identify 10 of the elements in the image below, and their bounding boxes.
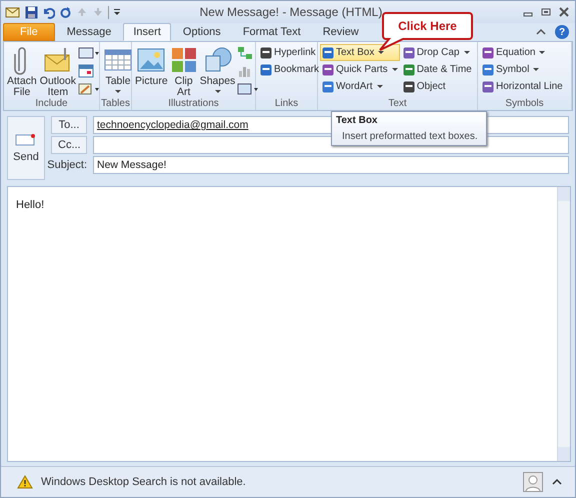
group-label: Include: [34, 98, 69, 110]
tooltip-title: Text Box: [336, 115, 378, 126]
status-text: Windows Desktop Search is not available.: [41, 476, 246, 488]
group-label: Links: [274, 98, 300, 110]
group-label: Symbols: [504, 98, 545, 110]
body-text: Hello!: [16, 199, 44, 211]
group-label: Text: [387, 98, 408, 110]
group-label: Illustrations: [167, 98, 220, 110]
tooltip-description: Insert preformatted text boxes.: [341, 131, 479, 142]
group-label: Tables: [100, 98, 131, 110]
